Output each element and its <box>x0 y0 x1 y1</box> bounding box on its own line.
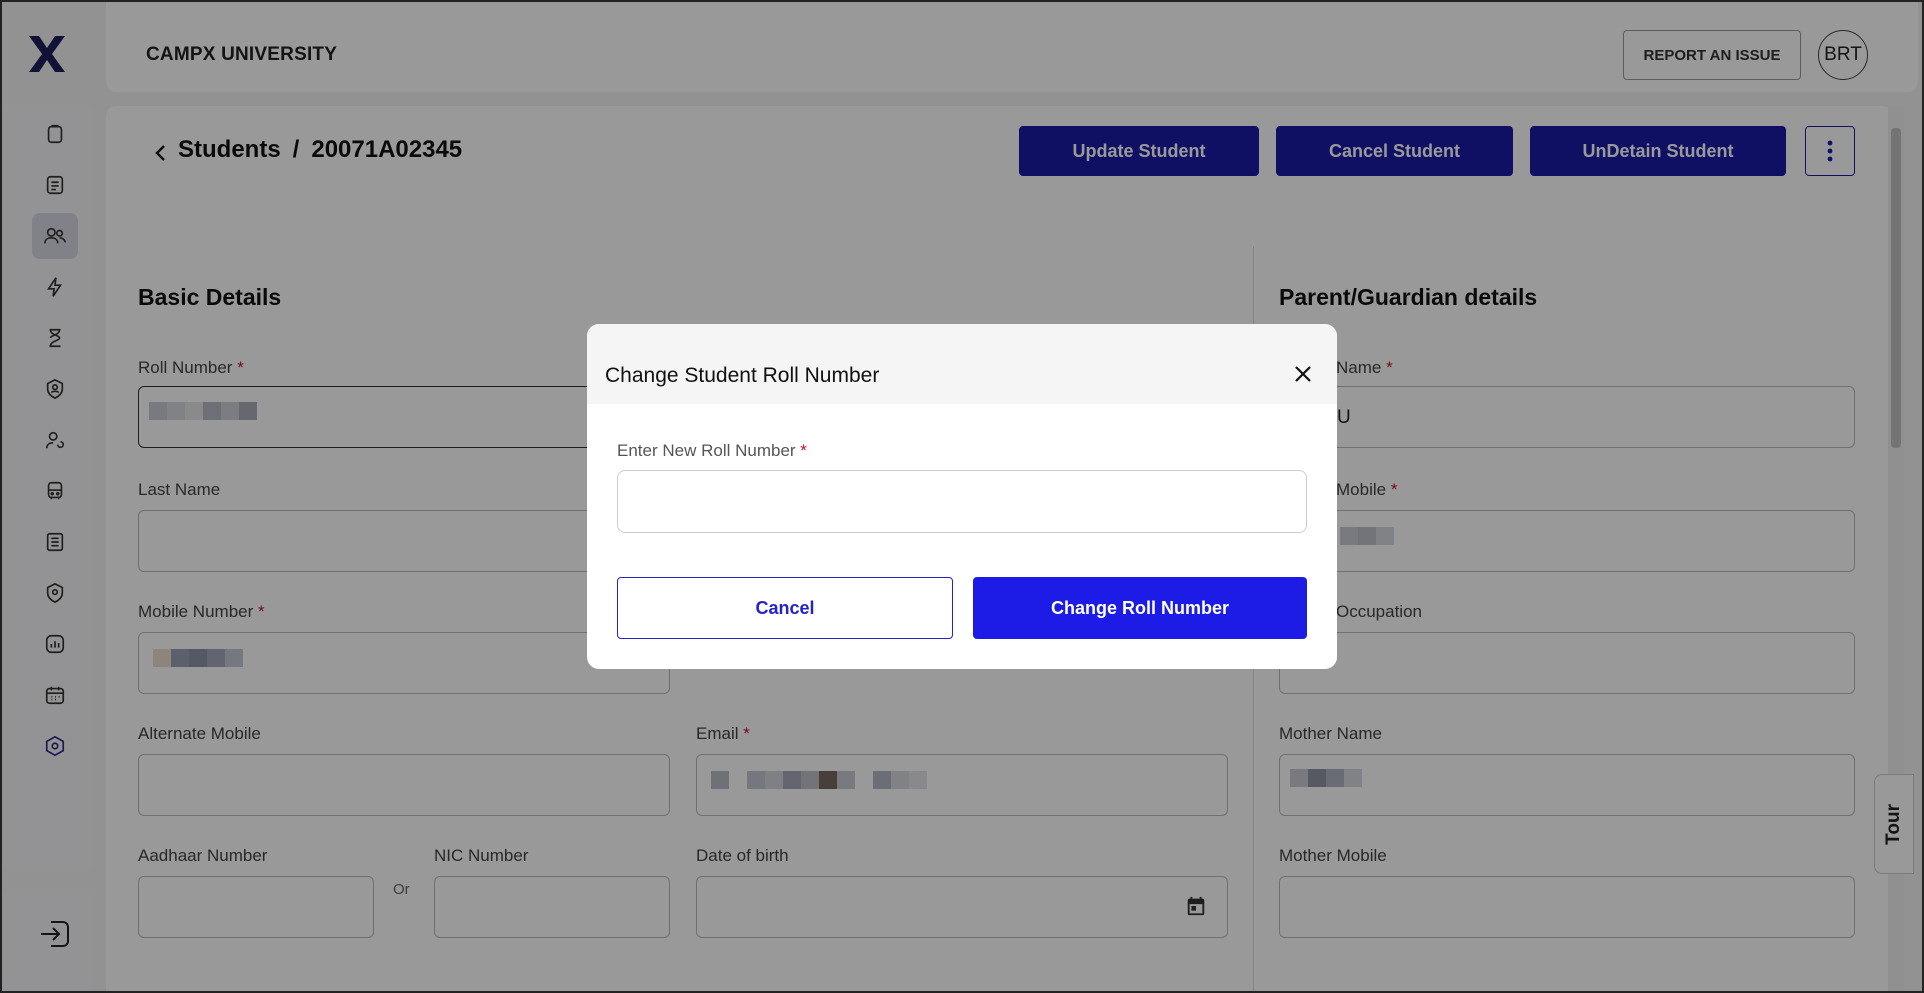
new-roll-number-input[interactable] <box>617 470 1307 533</box>
change-roll-number-button[interactable]: Change Roll Number <box>973 577 1307 639</box>
change-roll-number-dialog: Change Student Roll Number Enter New Rol… <box>587 324 1337 669</box>
dialog-title: Change Student Roll Number <box>605 364 880 387</box>
dialog-header: Change Student Roll Number <box>587 324 1337 404</box>
close-icon[interactable] <box>1287 358 1319 390</box>
cancel-button[interactable]: Cancel <box>617 577 953 639</box>
new-roll-number-label: Enter New Roll Number * <box>617 441 807 460</box>
